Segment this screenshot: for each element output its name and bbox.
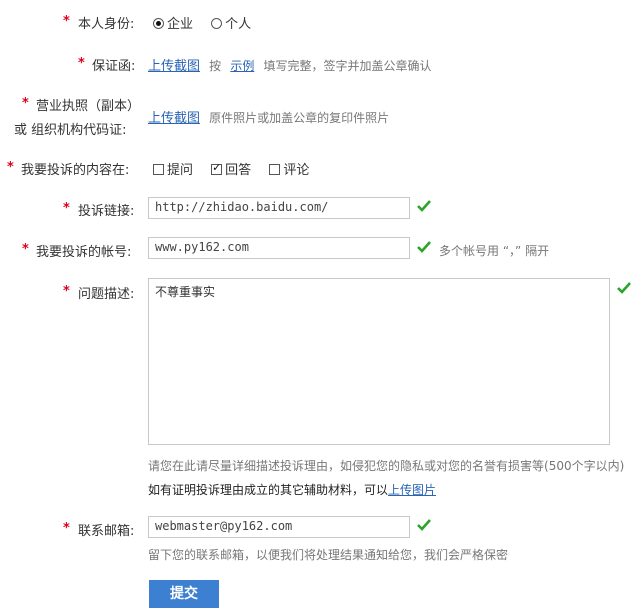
extra-material-text: 如有证明投诉理由成立的其它辅助材料，可以: [148, 483, 389, 497]
account-hint: 多个帐号用 “，” 隔开: [439, 244, 550, 258]
required-mark: *: [22, 96, 29, 111]
guarantee-label: 保证函:: [92, 59, 136, 74]
identity-label: 本人身份:: [78, 17, 135, 32]
description-hint-row: 请您在此请尽量详细描述投诉理由，如侵犯您的隐私或对您的名誉有损害等(500个字以…: [148, 457, 624, 474]
required-mark: *: [63, 201, 70, 216]
valid-check-icon: [417, 519, 431, 531]
description-textarea[interactable]: 不尊重事实: [148, 278, 610, 445]
valid-check-icon: [417, 241, 431, 253]
link-label: 投诉链接:: [78, 204, 135, 219]
identity-option-person[interactable]: 个人: [211, 17, 251, 32]
extra-material-row: 如有证明投诉理由成立的其它辅助材料，可以上传图片: [148, 481, 436, 498]
license-upload-link[interactable]: 上传截图: [148, 111, 200, 126]
account-input[interactable]: www.py162.com: [148, 237, 410, 259]
example-link[interactable]: 示例: [230, 59, 254, 73]
guarantee-upload-link[interactable]: 上传截图: [148, 59, 200, 74]
submit-button[interactable]: 提交: [149, 580, 219, 608]
license-label-line2: 或 组织机构代码证:: [14, 123, 127, 138]
guarantee-text2: 填写完整，签字并加盖公章确认: [263, 59, 432, 73]
valid-check-icon: [617, 282, 631, 294]
content-option-comment[interactable]: 评论: [269, 163, 309, 178]
checkbox-checked-icon: [211, 161, 223, 175]
description-limit: (500个字以内): [544, 459, 625, 473]
complaint-link-input[interactable]: http://zhidao.baidu.com/: [148, 197, 410, 219]
content-type-label: 我要投诉的内容在:: [21, 163, 130, 178]
upload-image-link[interactable]: 上传图片: [388, 483, 436, 497]
identity-options: 企业 个人: [153, 13, 265, 32]
content-type-options: 提问 回答 评论: [153, 159, 323, 178]
identity-option-company[interactable]: 企业: [153, 17, 193, 32]
checkbox-icon: [269, 164, 281, 175]
account-label: 我要投诉的帐号:: [36, 245, 132, 260]
radio-icon: [211, 18, 223, 29]
content-option-question[interactable]: 提问: [153, 163, 193, 178]
checkbox-icon: [153, 164, 164, 175]
required-mark: *: [63, 284, 70, 299]
license-row: 上传截图 原件照片或加盖公章的复印件照片: [148, 107, 389, 126]
guarantee-row: 上传截图 按 示例 填写完整，签字并加盖公章确认: [148, 55, 431, 74]
content-option-answer[interactable]: 回答: [211, 161, 251, 178]
description-label: 问题描述:: [78, 287, 135, 302]
radio-icon: [153, 18, 164, 29]
valid-check-icon: [417, 200, 431, 212]
required-mark: *: [63, 521, 70, 536]
required-mark: *: [63, 14, 70, 29]
guarantee-text1: 按: [209, 59, 222, 73]
email-hint: 留下您的联系邮箱，以便我们将处理结果通知给您，我们会严格保密: [148, 548, 509, 562]
email-input[interactable]: webmaster@py162.com: [148, 516, 410, 538]
description-hint: 请您在此请尽量详细描述投诉理由，如侵犯您的隐私或对您的名誉有损害等: [148, 459, 545, 473]
required-mark: *: [22, 242, 29, 257]
required-mark: *: [7, 160, 14, 175]
license-hint: 原件照片或加盖公章的复印件照片: [209, 111, 390, 125]
required-mark: *: [78, 56, 85, 71]
license-label-line1: 营业执照（副本）: [36, 99, 141, 114]
email-label: 联系邮箱:: [78, 524, 135, 539]
